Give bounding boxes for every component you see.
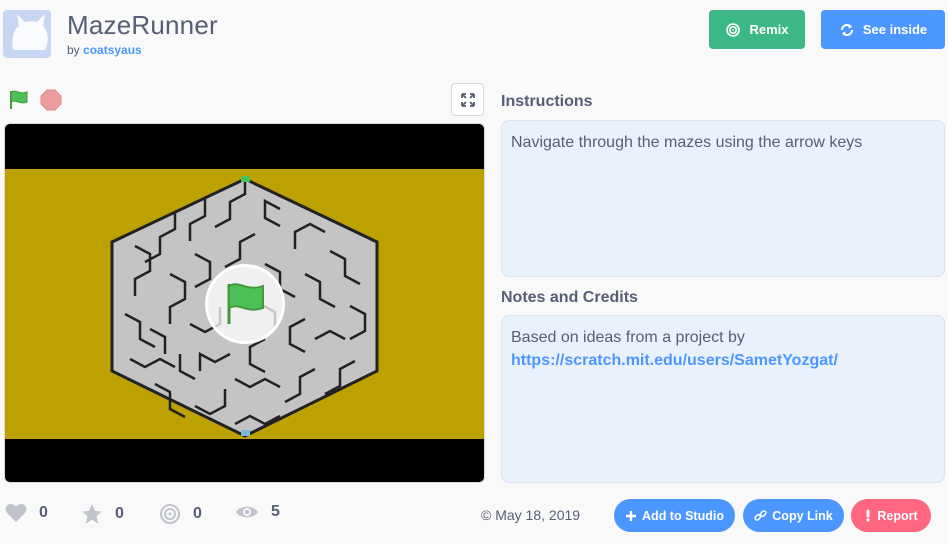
star-icon	[82, 504, 102, 524]
project-stage[interactable]	[4, 123, 485, 483]
heart-icon	[5, 504, 27, 522]
green-flag-icon	[227, 283, 264, 324]
favorites-count: 0	[115, 505, 124, 522]
author-avatar[interactable]	[3, 10, 51, 58]
instructions-heading: Instructions	[501, 93, 593, 110]
exclamation-icon	[866, 509, 870, 522]
fullscreen-button[interactable]	[451, 83, 484, 116]
date-text: May 18, 2019	[495, 507, 581, 523]
remix-icon	[726, 22, 741, 37]
loves-count: 0	[39, 504, 48, 521]
start-flag-overlay[interactable]	[205, 264, 285, 344]
report-label: Report	[877, 508, 918, 523]
stop-icon	[40, 89, 62, 111]
link-icon	[754, 510, 767, 521]
stop-button[interactable]	[40, 89, 62, 111]
plus-icon	[626, 510, 637, 521]
instructions-box: Navigate through the mazes using the arr…	[501, 120, 945, 277]
views-stat: 5	[235, 503, 280, 521]
add-to-studio-button[interactable]: Add to Studio	[614, 499, 735, 532]
cat-avatar-icon	[12, 14, 48, 50]
see-inside-button[interactable]: See inside	[821, 10, 945, 49]
remix-button[interactable]: Remix	[709, 10, 805, 49]
notes-text: Based on ideas from a project by	[511, 329, 745, 346]
green-flag-icon	[10, 90, 28, 109]
project-title: MazeRunner	[67, 10, 218, 40]
remix-label: Remix	[749, 22, 789, 37]
remixes-stat: 0	[159, 503, 202, 525]
fullscreen-icon	[460, 92, 475, 107]
remix-icon	[160, 504, 180, 524]
share-date: © May 18, 2019	[481, 507, 580, 523]
notes-box: Based on ideas from a project by https:/…	[501, 315, 945, 483]
remixes-count: 0	[193, 505, 202, 522]
add-to-studio-label: Add to Studio	[642, 508, 724, 523]
see-inside-label: See inside	[862, 22, 928, 37]
notes-heading: Notes and Credits	[501, 289, 638, 306]
copy-link-label: Copy Link	[772, 508, 833, 523]
copy-link-button[interactable]: Copy Link	[743, 499, 844, 532]
by-label: by	[67, 43, 80, 57]
project-byline: by coatsyaus	[67, 43, 142, 57]
green-flag-button[interactable]	[8, 89, 30, 111]
views-count: 5	[271, 503, 280, 520]
eye-icon	[236, 506, 258, 518]
see-inside-icon	[840, 23, 853, 36]
instructions-text: Navigate through the mazes using the arr…	[511, 134, 863, 151]
report-button[interactable]: Report	[851, 499, 931, 532]
author-link[interactable]: coatsyaus	[83, 43, 142, 57]
notes-link[interactable]: https://scratch.mit.edu/users/SametYozga…	[511, 349, 935, 372]
loves-stat[interactable]: 0	[5, 503, 48, 523]
copyright-icon: ©	[481, 507, 492, 523]
favorites-stat[interactable]: 0	[81, 503, 124, 525]
